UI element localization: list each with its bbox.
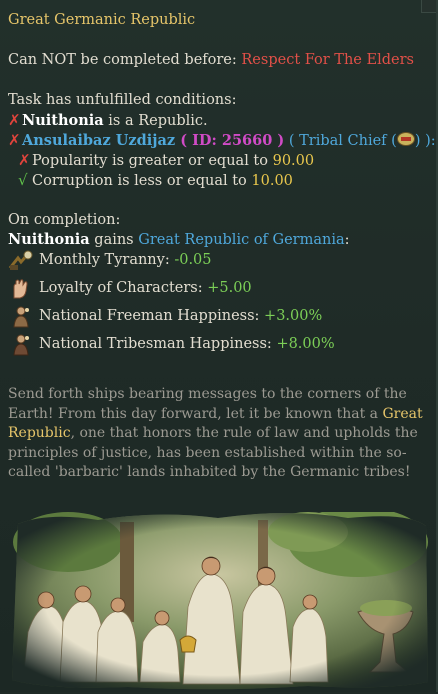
prerequisite-label: Can NOT be completed before: — [8, 52, 242, 68]
character-name-link[interactable]: Ansulaibaz Uzdijaz — [22, 132, 175, 149]
effect-label: National Freeman Happiness: — [39, 308, 265, 324]
effect-label: Monthly Tyranny: — [39, 252, 175, 268]
tribal-chief-icon — [396, 132, 415, 146]
effect-tribesman-happiness: National Tribesman Happiness: +8.00% — [39, 335, 335, 353]
panel-corner — [421, 0, 436, 13]
mission-tooltip-panel: Great Germanic Republic Can NOT be compl… — [0, 0, 438, 692]
country-name-link[interactable]: Nuithonia — [8, 231, 90, 248]
effect-freeman-happiness: National Freeman Happiness: +3.00% — [39, 307, 322, 325]
conditions-header: Task has unfulfilled conditions: — [8, 92, 237, 108]
corruption-value: 10.00 — [251, 173, 293, 189]
character-id-suffix: ) — [272, 132, 285, 149]
mission-title: Great Germanic Republic — [8, 12, 196, 28]
loyalty-hand-icon — [8, 278, 34, 300]
character-id: 25660 — [221, 132, 273, 149]
freeman-pop-icon — [8, 305, 34, 328]
effect-loyalty: Loyalty of Characters: +5.00 — [39, 279, 252, 297]
effect-label: Loyalty of Characters: — [39, 280, 208, 296]
condition-text: is a Republic. — [103, 113, 208, 129]
prerequisite-mission-link[interactable]: Respect For The Elders — [241, 52, 414, 68]
condition-corruption: √ Corruption is less or equal to 10.00 — [18, 171, 293, 190]
effect-tyranny: Monthly Tyranny: -0.05 — [39, 251, 212, 269]
effect-value: +8.00% — [276, 336, 335, 352]
effect-value: -0.05 — [174, 252, 212, 268]
character-role-close: ) ): — [414, 133, 436, 149]
unmet-x-icon: ✗ — [8, 111, 21, 129]
unmet-x-icon: ✗ — [8, 131, 21, 149]
gains-text: gains — [89, 232, 139, 248]
condition-text: Corruption is less or equal to — [32, 173, 252, 189]
flavor-part: Send forth ships bearing messages to the… — [8, 386, 407, 422]
effect-label: National Tribesman Happiness: — [39, 336, 277, 352]
condition-character: ✗Ansulaibaz Uzdijaz ( ID: 25660 ) ( Trib… — [8, 131, 436, 150]
popularity-value: 90.00 — [272, 153, 315, 169]
completion-gains-line: Nuithonia gains Great Republic of German… — [8, 231, 350, 249]
met-check-icon: √ — [18, 171, 28, 189]
tribesman-pop-icon — [8, 333, 34, 356]
effect-value: +5.00 — [207, 280, 252, 296]
completion-header: On completion: — [8, 212, 121, 228]
unmet-x-icon: ✗ — [18, 151, 31, 169]
country-name-link[interactable]: Nuithonia — [22, 112, 104, 129]
mission-illustration — [8, 507, 430, 690]
modifier-link[interactable]: Great Republic of Germania — [138, 232, 344, 248]
condition-text: Popularity is greater or equal to — [32, 153, 273, 169]
tyranny-icon — [8, 250, 34, 272]
prerequisite-line: Can NOT be completed before: Respect For… — [8, 51, 414, 69]
condition-republic: ✗Nuithonia is a Republic. — [8, 111, 208, 130]
colon: : — [344, 232, 350, 248]
effect-value: +3.00% — [264, 308, 323, 324]
flavor-text: Send forth ships bearing messages to the… — [8, 385, 423, 483]
character-role: ( Tribal Chief ( — [284, 133, 397, 149]
condition-popularity: ✗Popularity is greater or equal to 90.00 — [18, 151, 314, 170]
character-id-prefix: ( ID: — [175, 132, 222, 149]
